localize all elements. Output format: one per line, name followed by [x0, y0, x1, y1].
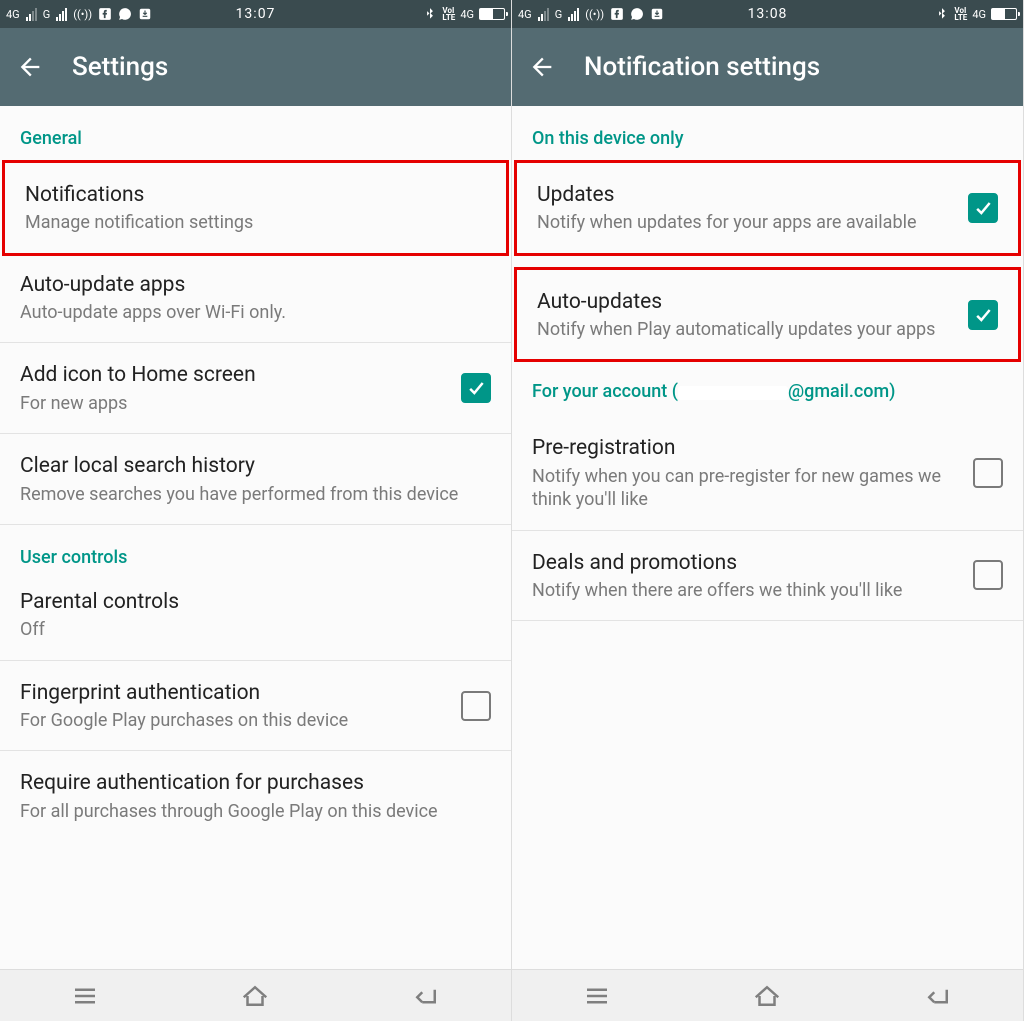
row-notifications[interactable]: Notifications Manage notification settin… [2, 160, 509, 256]
signal-2-icon [568, 8, 579, 21]
bluetooth-icon [423, 7, 437, 21]
home-button[interactable] [749, 978, 785, 1014]
row-title: Require authentication for purchases [20, 769, 491, 797]
back-nav-button[interactable] [920, 978, 956, 1014]
battery-icon [479, 8, 505, 20]
volte-icon: VoILTE [442, 7, 455, 21]
auto-updates-checkbox[interactable] [968, 300, 998, 330]
row-title: Auto-updates [537, 288, 956, 316]
whatsapp-icon [118, 7, 132, 21]
nav-bar [0, 969, 511, 1021]
updates-checkbox[interactable] [968, 193, 998, 223]
clock: 13:08 [719, 6, 816, 22]
lte-label: 4G [972, 8, 986, 21]
network-1-label: 4G [518, 8, 532, 21]
signal-1-icon [538, 8, 549, 21]
row-pre-registration[interactable]: Pre-registration Notify when you can pre… [512, 416, 1023, 530]
row-auto-update-apps[interactable]: Auto-update apps Auto-update apps over W… [0, 253, 511, 344]
section-general: General [0, 106, 511, 163]
signal-2-icon [56, 8, 67, 21]
row-add-icon[interactable]: Add icon to Home screen For new apps [0, 343, 511, 434]
row-sub: Notify when updates for your apps are av… [537, 211, 956, 234]
account-label-email: @gmail.com) [788, 381, 896, 402]
lte-label: 4G [460, 8, 474, 21]
hotspot-icon: ((•)) [73, 8, 92, 21]
account-label-pre: For your account ( [532, 381, 678, 402]
row-title: Pre-registration [532, 434, 961, 462]
row-sub: Off [20, 618, 491, 641]
row-sub: Remove searches you have performed from … [20, 483, 491, 506]
facebook-icon [610, 7, 624, 21]
add-icon-checkbox[interactable] [461, 373, 491, 403]
row-title: Deals and promotions [532, 549, 961, 577]
notification-settings-screen: 4G G ((•)) 13:08 VoILTE 4G Notification … [512, 0, 1024, 1021]
row-deals[interactable]: Deals and promotions Notify when there a… [512, 531, 1023, 622]
account-email-redacted [678, 386, 788, 400]
row-title: Fingerprint authentication [20, 679, 449, 707]
row-require-auth[interactable]: Require authentication for purchases For… [0, 751, 511, 841]
page-title: Notification settings [584, 52, 820, 82]
page-title: Settings [72, 52, 168, 82]
section-user-controls: User controls [0, 525, 511, 582]
network-1-label: 4G [6, 8, 20, 21]
nav-bar [512, 969, 1023, 1021]
row-sub: For new apps [20, 392, 449, 415]
row-updates[interactable]: Updates Notify when updates for your app… [514, 160, 1021, 256]
row-title: Updates [537, 181, 956, 209]
row-fingerprint[interactable]: Fingerprint authentication For Google Pl… [0, 661, 511, 752]
row-sub: Manage notification settings [25, 211, 486, 234]
app-bar: Settings [0, 28, 511, 106]
settings-list: General Notifications Manage notificatio… [0, 106, 511, 969]
prereg-checkbox[interactable] [973, 458, 1003, 488]
row-sub: Auto-update apps over Wi-Fi only. [20, 301, 491, 324]
app-bar: Notification settings [512, 28, 1023, 106]
recent-apps-button[interactable] [579, 978, 615, 1014]
section-device: On this device only [512, 106, 1023, 163]
notification-list: On this device only Updates Notify when … [512, 106, 1023, 969]
network-2-label: G [555, 8, 563, 21]
back-icon[interactable] [16, 53, 44, 81]
recent-apps-button[interactable] [67, 978, 103, 1014]
row-sub: Notify when Play automatically updates y… [537, 318, 956, 341]
home-button[interactable] [237, 978, 273, 1014]
settings-screen: 4G G ((•)) 13:07 VoILTE 4G Settings Gene… [0, 0, 512, 1021]
bluetooth-icon [935, 7, 949, 21]
facebook-icon [98, 7, 112, 21]
back-icon[interactable] [528, 53, 556, 81]
deals-checkbox[interactable] [973, 560, 1003, 590]
row-title: Clear local search history [20, 452, 491, 480]
whatsapp-icon [630, 7, 644, 21]
section-account: For your account ( @gmail.com) [512, 359, 1023, 416]
row-sub: For Google Play purchases on this device [20, 709, 449, 732]
clock: 13:07 [207, 6, 304, 22]
row-title: Auto-update apps [20, 271, 491, 299]
back-nav-button[interactable] [408, 978, 444, 1014]
status-bar: 4G G ((•)) 13:07 VoILTE 4G [0, 0, 511, 28]
signal-1-icon [26, 8, 37, 21]
row-title: Parental controls [20, 588, 491, 616]
row-sub: Notify when there are offers we think yo… [532, 579, 961, 602]
status-bar: 4G G ((•)) 13:08 VoILTE 4G [512, 0, 1023, 28]
download-icon [650, 7, 664, 21]
row-parental[interactable]: Parental controls Off [0, 582, 511, 660]
row-sub: Notify when you can pre-register for new… [532, 465, 961, 512]
fingerprint-checkbox[interactable] [461, 691, 491, 721]
battery-icon [991, 8, 1017, 20]
row-sub: For all purchases through Google Play on… [20, 800, 491, 823]
hotspot-icon: ((•)) [585, 8, 604, 21]
row-auto-updates[interactable]: Auto-updates Notify when Play automatica… [514, 267, 1021, 363]
row-title: Add icon to Home screen [20, 361, 449, 389]
row-title: Notifications [25, 181, 486, 209]
volte-icon: VoILTE [954, 7, 967, 21]
download-icon [138, 7, 152, 21]
network-2-label: G [43, 8, 51, 21]
row-clear-history[interactable]: Clear local search history Remove search… [0, 434, 511, 525]
